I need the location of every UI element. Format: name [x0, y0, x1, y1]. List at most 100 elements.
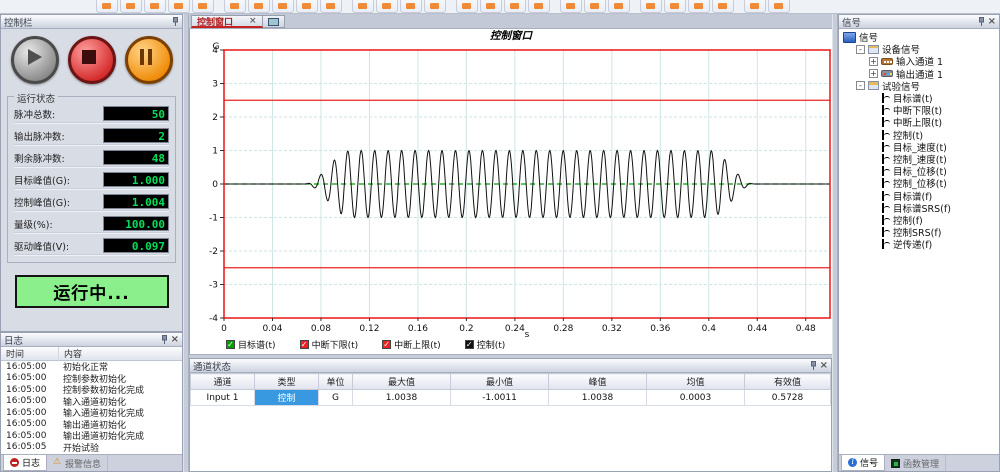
log-column-time: 时间 — [1, 347, 59, 360]
svg-text:-1: -1 — [209, 214, 218, 224]
toolbar-button[interactable] — [560, 0, 582, 13]
wave-icon — [881, 203, 890, 213]
play-button[interactable] — [11, 36, 59, 84]
toolbar-button[interactable] — [608, 0, 630, 13]
tree-expander[interactable]: + — [869, 69, 878, 78]
log-time: 16:05:00 — [1, 362, 58, 372]
tab-new-window[interactable] — [263, 15, 285, 28]
svg-text:0.44: 0.44 — [747, 324, 767, 334]
tab-signal-info-icon[interactable]: 信号 — [841, 455, 885, 471]
wave-icon — [881, 117, 890, 127]
status-field-value: 100.00 — [103, 216, 169, 231]
wave-icon — [881, 130, 890, 140]
running-status-badge: 运行中... — [15, 275, 169, 308]
stop-button[interactable] — [68, 36, 116, 84]
running-status-group: 运行状态 脉冲总数:50输出脉冲数:2剩余脉冲数:48目标峰值(G):1.000… — [7, 96, 176, 263]
channel-status-header: 通道状态 × — [190, 359, 831, 373]
wave-icon — [881, 239, 890, 249]
tree-expander[interactable]: + — [869, 57, 878, 66]
svg-text:3: 3 — [212, 80, 218, 90]
status-field-label: 目标峰值(G): — [14, 173, 70, 187]
channel-cell: -1.0011 — [451, 390, 549, 406]
log-time: 16:05:00 — [1, 419, 58, 429]
toolbar-button[interactable] — [272, 0, 294, 13]
svg-text:0.36: 0.36 — [650, 324, 670, 334]
tree-expander[interactable]: - — [856, 45, 865, 54]
toolbar-button[interactable] — [400, 0, 422, 13]
toolbar-button[interactable] — [456, 0, 478, 13]
svg-text:0.2: 0.2 — [459, 324, 473, 334]
tab-signal-function-icon[interactable]: 函数管理 — [885, 455, 946, 471]
tab-label: 信号 — [860, 456, 878, 469]
wave-icon — [881, 142, 890, 152]
chart-legend: ✓目标谱(t) ✓中断下限(t) ✓中断上限(t) ✓控制(t) — [226, 338, 505, 351]
close-icon[interactable]: × — [988, 17, 996, 26]
svg-text:0.4: 0.4 — [702, 324, 717, 334]
tab-control-window[interactable]: 控制窗口 × — [191, 15, 263, 28]
status-field: 驱动峰值(V):0.097 — [14, 237, 169, 255]
legend-checkbox[interactable]: ✓ — [382, 340, 391, 349]
toolbar-button[interactable] — [664, 0, 686, 13]
tree-expander[interactable]: - — [856, 81, 865, 90]
toolbar-button[interactable] — [376, 0, 398, 13]
toolbar-button[interactable] — [744, 0, 766, 13]
tab-log-alarm-icon[interactable]: 报警信息 — [47, 455, 108, 471]
pause-button[interactable] — [125, 36, 173, 84]
toolbar-button[interactable] — [296, 0, 318, 13]
legend-checkbox[interactable]: ✓ — [465, 340, 474, 349]
close-icon[interactable]: × — [171, 335, 179, 344]
legend-item[interactable]: ✓中断上限(t) — [382, 338, 441, 351]
legend-item[interactable]: ✓控制(t) — [465, 338, 506, 351]
wave-icon — [881, 166, 890, 176]
status-field: 量级(%):100.00 — [14, 215, 169, 233]
toolbar-button[interactable] — [504, 0, 526, 13]
toolbar-button[interactable] — [224, 0, 246, 13]
tab-log-log-icon[interactable]: 日志 — [3, 455, 47, 471]
toolbar-button[interactable] — [320, 0, 342, 13]
status-field: 控制峰值(G):1.004 — [14, 193, 169, 211]
svg-text:-4: -4 — [209, 314, 218, 324]
toolbar-button[interactable] — [352, 0, 374, 13]
toolbar-button[interactable] — [480, 0, 502, 13]
svg-text:-2: -2 — [209, 247, 218, 257]
toolbar-button[interactable] — [688, 0, 710, 13]
document-tabs: 控制窗口 × — [189, 14, 832, 29]
toolbar-button[interactable] — [248, 0, 270, 13]
toolbar-button[interactable] — [528, 0, 550, 13]
toolbar-button[interactable] — [192, 0, 214, 13]
tree-item-wave[interactable]: 逆传递(f) — [839, 238, 999, 250]
pin-icon[interactable] — [810, 361, 817, 370]
folder-icon — [868, 81, 879, 90]
toolbar-button[interactable] — [712, 0, 734, 13]
legend-item[interactable]: ✓中断下限(t) — [300, 338, 359, 351]
pin-icon[interactable] — [172, 17, 179, 26]
tab-control-window-label: 控制窗口 — [197, 15, 233, 28]
channel-column-header: 通道 — [191, 374, 255, 390]
wave-icon — [881, 154, 890, 164]
log-rows: 16:05:00初始化正常16:05:00控制参数初始化16:05:00控制参数… — [1, 361, 182, 454]
tab-close-icon[interactable]: × — [249, 16, 257, 26]
close-icon[interactable]: × — [820, 361, 828, 370]
pin-icon[interactable] — [161, 335, 168, 344]
toolbar-button[interactable] — [768, 0, 790, 13]
legend-checkbox[interactable]: ✓ — [300, 340, 309, 349]
toolbar-button[interactable] — [120, 0, 142, 13]
svg-text:s: s — [525, 330, 530, 338]
toolbar-button[interactable] — [144, 0, 166, 13]
toolbar-button[interactable] — [640, 0, 662, 13]
legend-checkbox[interactable]: ✓ — [226, 340, 235, 349]
pin-icon[interactable] — [978, 17, 985, 26]
status-field: 目标峰值(G):1.000 — [14, 171, 169, 189]
status-field-value: 0.097 — [103, 238, 169, 253]
control-bar-title: 控制栏 — [4, 15, 33, 29]
function-icon — [891, 459, 900, 468]
channel-column-header: 均值 — [647, 374, 745, 390]
running-status-title: 运行状态 — [14, 91, 58, 105]
toolbar-button[interactable] — [96, 0, 118, 13]
wave-icon — [881, 93, 890, 103]
legend-item[interactable]: ✓目标谱(t) — [226, 338, 276, 351]
toolbar-button[interactable] — [584, 0, 606, 13]
toolbar-button[interactable] — [168, 0, 190, 13]
table-row[interactable]: Input 1控制G1.0038-1.00111.00380.00030.572… — [191, 390, 831, 406]
toolbar-button[interactable] — [424, 0, 446, 13]
